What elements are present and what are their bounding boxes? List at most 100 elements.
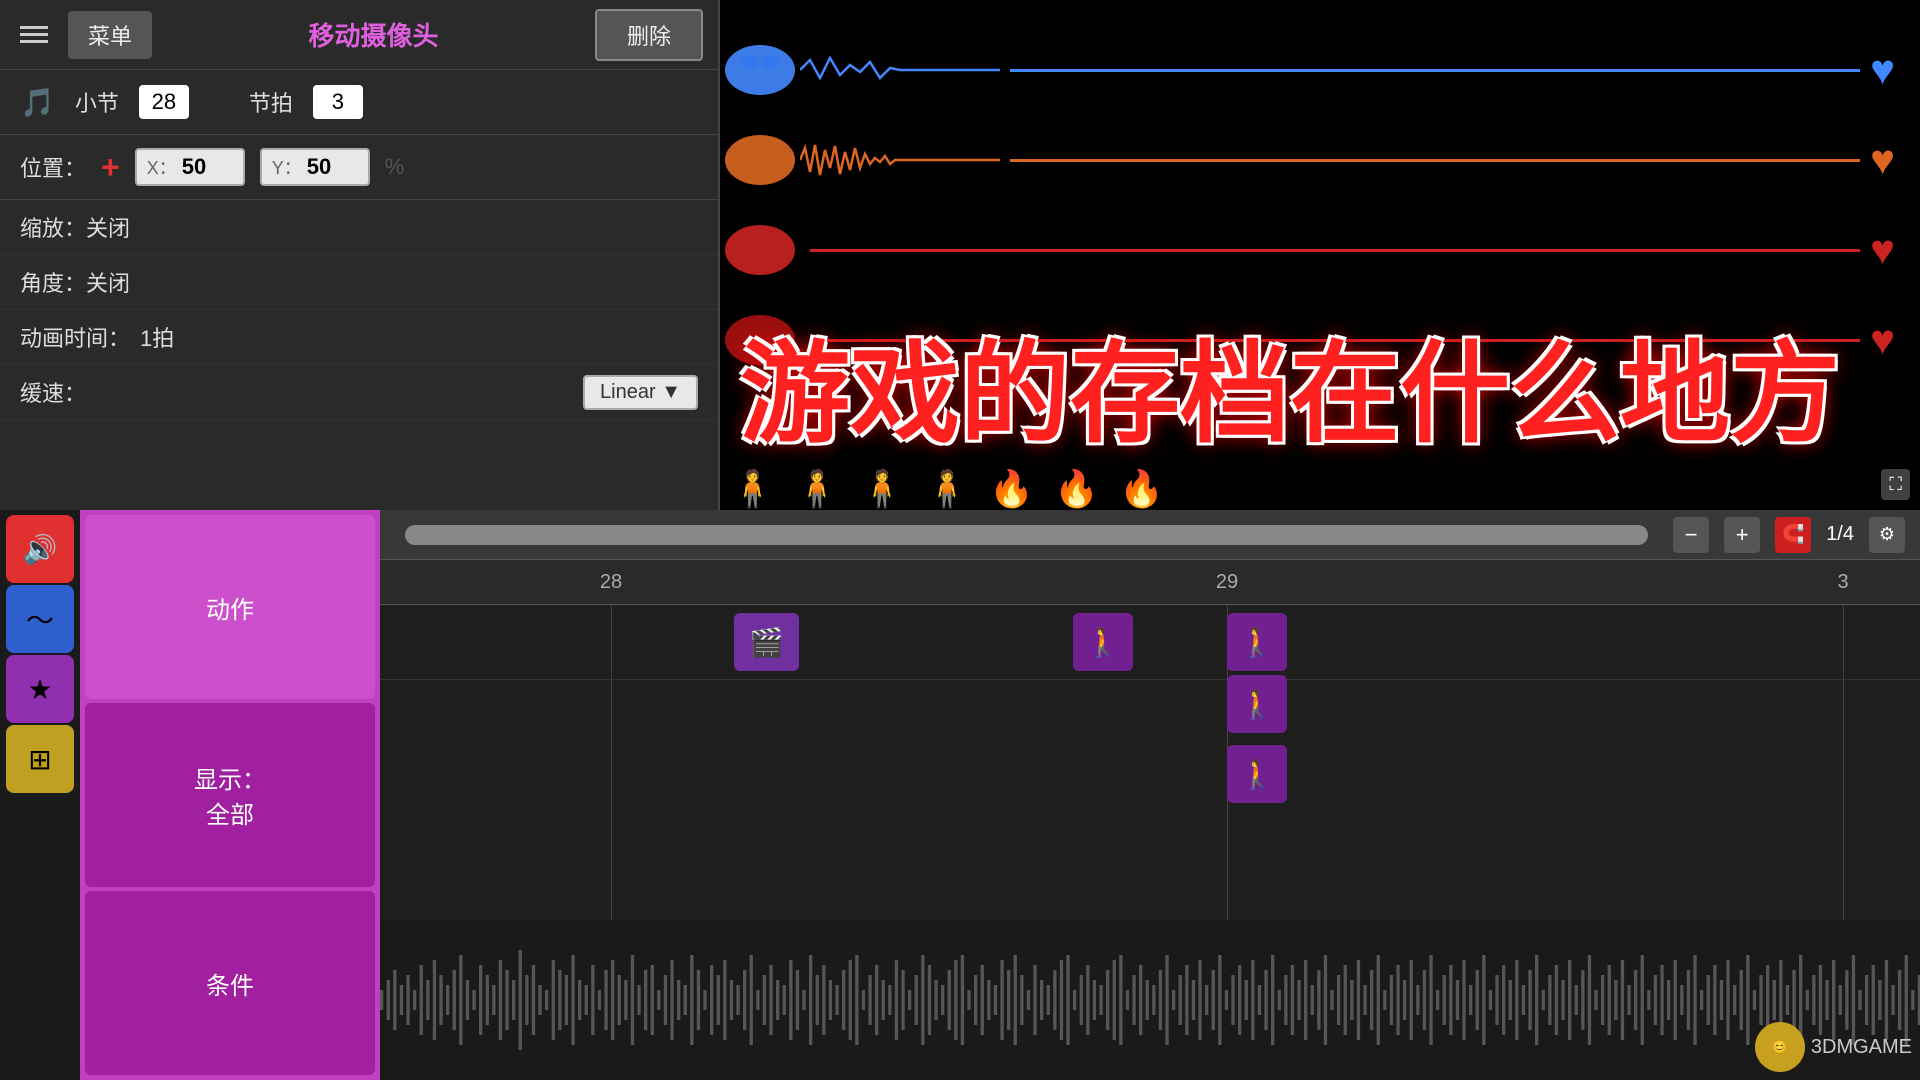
char-line-orange: ♥ bbox=[720, 130, 1920, 190]
y-value[interactable]: 50 bbox=[307, 154, 331, 180]
char-block-2[interactable]: 🚶 bbox=[1227, 613, 1287, 671]
menu-icon[interactable] bbox=[15, 21, 53, 48]
char-pixel-3: 🧍 bbox=[860, 468, 905, 510]
delete-button[interactable]: 删除 bbox=[595, 9, 703, 61]
overlay-text: 游戏的存档在什么地方 bbox=[740, 340, 1920, 450]
char-block-1[interactable]: 🚶 bbox=[1073, 613, 1133, 671]
timeline-scrollbar[interactable] bbox=[405, 525, 1648, 545]
heart-blue: ♥ bbox=[1870, 46, 1895, 94]
timeline-tracks[interactable]: 🎬 🚶 🚶 🚶 🚶 bbox=[380, 605, 1920, 1080]
beat-value[interactable]: 3 bbox=[313, 85, 363, 119]
waveform-blue bbox=[800, 50, 1000, 90]
heart-red: ♥ bbox=[1870, 226, 1895, 274]
char-pixel-2: 🧍 bbox=[795, 468, 840, 510]
fullscreen-button[interactable]: ⛶ bbox=[1881, 469, 1910, 500]
char-sprite-red bbox=[720, 220, 800, 280]
x-label: X： bbox=[147, 154, 177, 180]
left-panel: 菜单 移动摄像头 删除 🎵 小节 28 节拍 3 位置： + X： 50 bbox=[0, 0, 720, 510]
y-coord-box[interactable]: Y： 50 bbox=[260, 148, 370, 186]
ease-label: 缓速： bbox=[20, 376, 86, 408]
right-preview: ♥ ♥ ♥ bbox=[720, 0, 1920, 510]
measure-bar: 28 29 3 bbox=[380, 560, 1920, 605]
menu-button[interactable]: 菜单 bbox=[68, 11, 152, 59]
action-button[interactable]: 动作 bbox=[85, 515, 375, 699]
magnet-icon: 🧲 bbox=[1782, 524, 1804, 544]
char-sprite-blue bbox=[720, 40, 800, 100]
char-block-orange[interactable]: 🚶 bbox=[1227, 745, 1287, 803]
line-orange bbox=[1010, 159, 1860, 162]
waveform-svg bbox=[380, 920, 1920, 1080]
star-button[interactable]: ★ bbox=[6, 655, 74, 723]
wave-button[interactable]: 〜 bbox=[6, 585, 74, 653]
top-bar: 菜单 移动摄像头 删除 bbox=[0, 0, 718, 70]
char-sprite-orange bbox=[720, 130, 800, 190]
char-pixel-5: 🔥 bbox=[989, 468, 1034, 510]
char-icon-2: 🚶 bbox=[1240, 626, 1275, 659]
watermark-text: 3DMGAME bbox=[1811, 1036, 1912, 1059]
minus-icon: − bbox=[1685, 522, 1698, 548]
char-pixel-1: 🧍 bbox=[730, 468, 775, 510]
anim-label: 动画时间： bbox=[20, 321, 130, 353]
measure-num-28: 28 bbox=[600, 571, 622, 594]
char-line-red: ♥ bbox=[720, 220, 1920, 280]
zoom-out-button[interactable]: − bbox=[1673, 517, 1709, 553]
grid-button[interactable]: ⊞ bbox=[6, 725, 74, 793]
grid-settings-button[interactable]: ⚙ bbox=[1869, 517, 1905, 553]
ease-chevron-icon: ▼ bbox=[661, 381, 681, 403]
zoom-in-button[interactable]: + bbox=[1724, 517, 1760, 553]
crosshair-icon[interactable]: + bbox=[101, 149, 120, 186]
waveform-row bbox=[380, 920, 1920, 1080]
magnet-button[interactable]: 🧲 bbox=[1775, 517, 1811, 553]
wave-icon: 〜 bbox=[26, 599, 54, 639]
percent-icon: % bbox=[385, 154, 405, 180]
char-pixel-7: 🔥 bbox=[1119, 468, 1164, 510]
display-label: 显示：全部 bbox=[194, 767, 266, 829]
scale-row: 缩放：关闭 bbox=[0, 200, 718, 255]
camera-block[interactable]: 🎬 bbox=[734, 613, 799, 671]
scale-label: 缩放：关闭 bbox=[20, 211, 130, 243]
char-block-blue[interactable]: 🚶 bbox=[1227, 675, 1287, 733]
anim-row: 动画时间： 1拍 bbox=[0, 310, 718, 365]
x-coord-box[interactable]: X： 50 bbox=[135, 148, 245, 186]
measure-num-3: 3 bbox=[1837, 571, 1848, 594]
anim-value[interactable]: 1拍 bbox=[140, 321, 174, 353]
timeline-area: − + 🧲 1/4 ⚙ 28 29 3 bbox=[380, 510, 1920, 1080]
star-icon: ★ bbox=[27, 673, 52, 706]
plus-icon: + bbox=[1736, 522, 1749, 548]
sound-button[interactable]: 🔊 bbox=[6, 515, 74, 583]
x-value[interactable]: 50 bbox=[182, 154, 206, 180]
beat-row: 🎵 小节 28 节拍 3 bbox=[0, 70, 718, 135]
top-section: 菜单 移动摄像头 删除 🎵 小节 28 节拍 3 位置： + X： 50 bbox=[0, 0, 1920, 510]
sound-icon: 🔊 bbox=[23, 533, 58, 566]
measure-label: 小节 bbox=[75, 86, 119, 118]
y-label: Y： bbox=[272, 154, 302, 180]
condition-button[interactable]: 条件 bbox=[85, 891, 375, 1075]
track-row-camera: 🎬 🚶 🚶 🚶 🚶 bbox=[380, 605, 1920, 680]
watermark: 😊 3DMGAME bbox=[1755, 1022, 1912, 1072]
measure-value[interactable]: 28 bbox=[139, 85, 189, 119]
camera-title: 移动摄像头 bbox=[167, 16, 580, 53]
bottom-section: 🔊 〜 ★ ⊞ 动作 显示：全部 条件 bbox=[0, 510, 1920, 1080]
char-pixel-6: 🔥 bbox=[1054, 468, 1099, 510]
beat-label: 节拍 bbox=[249, 86, 293, 118]
angle-row: 角度：关闭 bbox=[0, 255, 718, 310]
angle-label: 角度：关闭 bbox=[20, 266, 130, 298]
main-container: 菜单 移动摄像头 删除 🎵 小节 28 节拍 3 位置： + X： 50 bbox=[0, 0, 1920, 1080]
category-panel: 动作 显示：全部 条件 bbox=[80, 510, 380, 1080]
watermark-logo-text: 😊 bbox=[1772, 1040, 1787, 1054]
ease-value: Linear bbox=[600, 381, 656, 403]
measure-num-29: 29 bbox=[1216, 571, 1238, 594]
settings-icon: ⚙ bbox=[1879, 524, 1895, 544]
display-button[interactable]: 显示：全部 bbox=[85, 703, 375, 887]
char-icon-1: 🚶 bbox=[1086, 626, 1121, 659]
position-label: 位置： bbox=[20, 151, 86, 183]
grid-icon: ⊞ bbox=[28, 743, 51, 776]
heart-orange: ♥ bbox=[1870, 136, 1895, 184]
line-red bbox=[810, 249, 1860, 252]
position-row: 位置： + X： 50 Y： 50 % bbox=[0, 135, 718, 200]
char-line-blue: ♥ bbox=[720, 40, 1920, 100]
bottom-sidebar: 🔊 〜 ★ ⊞ bbox=[0, 510, 80, 1080]
watermark-logo: 😊 bbox=[1755, 1022, 1805, 1072]
ease-dropdown[interactable]: Linear ▼ bbox=[583, 375, 698, 410]
fraction-display: 1/4 bbox=[1826, 523, 1854, 546]
